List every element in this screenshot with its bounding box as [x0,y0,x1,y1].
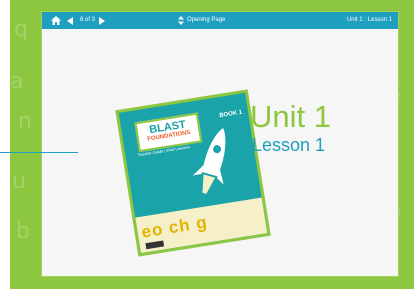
page-name-dropdown[interactable]: Opening Page [187,17,225,23]
connector-line [0,152,78,153]
nav-bar: 8 of 3 Opening Page Unit 1 : Lesson 1 [42,12,398,29]
outer-frame: q a n u b c s h o e 8 of 3 Opening Page … [10,0,414,289]
home-icon[interactable] [51,16,61,25]
lesson-title: Lesson 1 [252,135,326,155]
book-cover: BLAST FOUNDATIONS BOOK 1 Teacher Guide |… [115,89,271,257]
unit-lesson-breadcrumb: Unit 1 : Lesson 1 [346,17,392,23]
cover-grade: BOOK 1 [218,109,243,120]
unit-title: Unit 1 [250,99,331,134]
slide-body: BLAST FOUNDATIONS BOOK 1 Teacher Guide |… [42,29,398,276]
next-page-button[interactable] [99,17,105,25]
page-select-icon[interactable] [178,16,184,25]
slide-panel: 8 of 3 Opening Page Unit 1 : Lesson 1 BL… [42,12,398,276]
page-count: 8 of 3 [80,17,96,23]
previous-page-button[interactable] [67,17,73,25]
blast-logo: BLAST FOUNDATIONS [134,112,203,153]
